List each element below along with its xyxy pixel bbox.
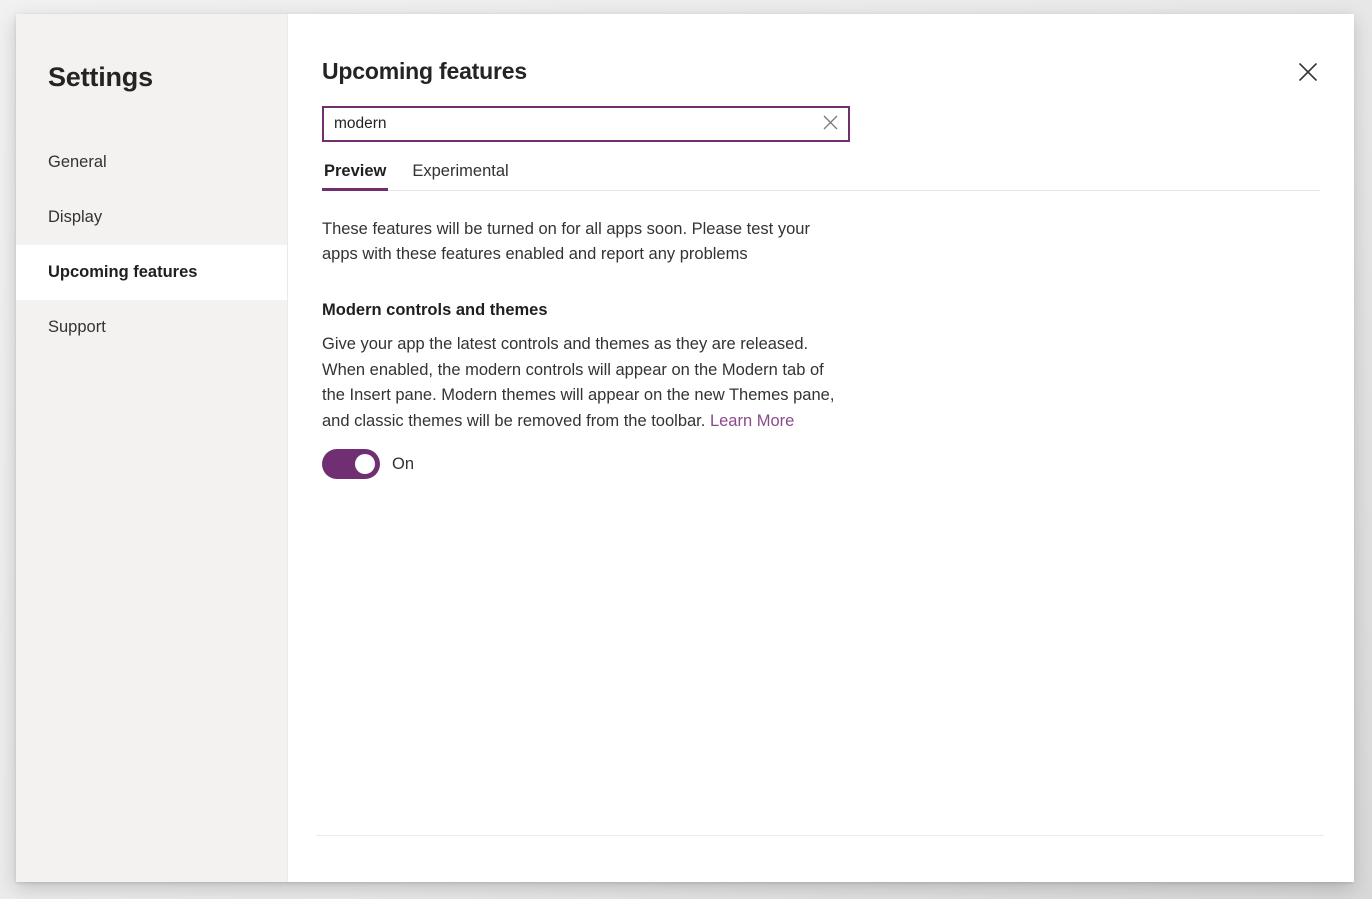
sidebar-item-label: Display [48, 208, 103, 226]
search-input[interactable] [324, 108, 812, 140]
footer-divider [316, 835, 1324, 836]
feature-title: Modern controls and themes [322, 301, 548, 319]
feature-item-modern-controls: Modern controls and themes Give your app… [322, 301, 1320, 479]
sidebar-item-label: Upcoming features [48, 263, 198, 281]
settings-content-panel: Upcoming features Preview Experimental T… [288, 14, 1354, 882]
settings-dialog: Settings General Display Upcoming featur… [16, 14, 1354, 882]
sidebar-item-general[interactable]: General [16, 135, 287, 190]
modern-controls-toggle[interactable] [322, 449, 380, 479]
search-box[interactable] [322, 106, 850, 142]
tab-label: Preview [324, 162, 387, 180]
toggle-knob [355, 454, 375, 474]
feature-tabs: Preview Experimental [322, 162, 1320, 191]
sidebar-item-label: Support [48, 318, 106, 336]
close-dialog-button[interactable] [1288, 52, 1328, 92]
toggle-state-label: On [392, 454, 415, 473]
tab-label: Experimental [412, 162, 509, 180]
page-title: Upcoming features [322, 58, 527, 84]
settings-sidebar: Settings General Display Upcoming featur… [16, 14, 288, 882]
learn-more-link[interactable]: Learn More [710, 412, 794, 430]
clear-search-button[interactable] [812, 108, 848, 140]
sidebar-title: Settings [48, 62, 153, 92]
close-icon [1297, 61, 1319, 83]
sidebar-item-label: General [48, 153, 107, 171]
feature-toggle-row: On [322, 449, 1320, 479]
sidebar-item-display[interactable]: Display [16, 190, 287, 245]
sidebar-item-upcoming-features[interactable]: Upcoming features [16, 245, 287, 300]
sidebar-item-support[interactable]: Support [16, 300, 287, 355]
tab-preview[interactable]: Preview [322, 162, 389, 191]
intro-text: These features will be turned on for all… [322, 220, 810, 263]
feature-description: Give your app the latest controls and th… [322, 332, 844, 434]
close-icon [822, 114, 839, 134]
tab-experimental[interactable]: Experimental [410, 162, 510, 190]
sidebar-nav-list: General Display Upcoming features Suppor… [16, 135, 287, 355]
